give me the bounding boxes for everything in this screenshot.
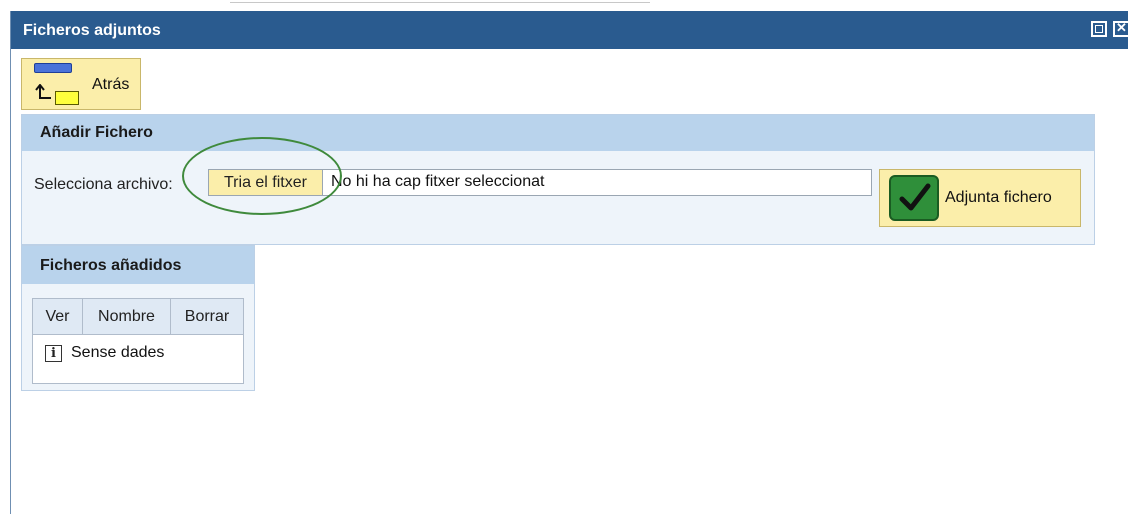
added-files-panel: Ficheros añadidos Ver Nombre Borrar i Se… [21,245,255,391]
add-file-title: Añadir Fichero [40,124,153,141]
no-file-selected-text: No hi ha cap fitxer seleccionat [331,173,545,190]
table-row: i Sense dades [33,335,243,371]
window-title: Ficheros adjuntos [23,22,161,39]
divider [230,2,650,3]
close-icon[interactable]: ✕ [1113,20,1128,37]
back-button[interactable]: Atrás [21,58,141,110]
added-files-header: Ficheros añadidos [22,246,254,284]
title-bar: Ficheros adjuntos ✕ [11,11,1128,49]
window-bar-icon [34,63,72,73]
column-header-nombre[interactable]: Nombre [83,299,171,334]
add-file-panel: Añadir Fichero Selecciona archivo: Tria … [21,114,1095,245]
table-header: Ver Nombre Borrar [33,299,243,335]
add-file-header: Añadir Fichero [22,115,1094,151]
attach-file-label: Adjunta fichero [945,189,1052,206]
folder-icon [55,91,79,105]
choose-file-button[interactable]: Tria el fitxer [209,170,323,195]
column-header-ver[interactable]: Ver [33,299,83,334]
info-icon: i [45,345,62,362]
empty-table-text: Sense dades [71,344,165,361]
file-input[interactable]: Tria el fitxer No hi ha cap fitxer selec… [208,169,872,196]
back-button-label: Atrás [92,76,130,93]
attachments-window: Ficheros adjuntos ✕ Atrás Añadir Fichero… [10,11,1128,514]
column-header-borrar[interactable]: Borrar [171,299,243,334]
maximize-icon[interactable] [1091,21,1107,37]
attach-file-button[interactable]: Adjunta fichero [879,169,1081,227]
return-arrow-icon [35,84,51,99]
added-files-title: Ficheros añadidos [40,257,182,274]
select-file-label: Selecciona archivo: [34,176,173,193]
files-table: Ver Nombre Borrar i Sense dades [32,298,244,384]
checkmark-icon [889,175,939,221]
top-strip [0,0,1128,11]
